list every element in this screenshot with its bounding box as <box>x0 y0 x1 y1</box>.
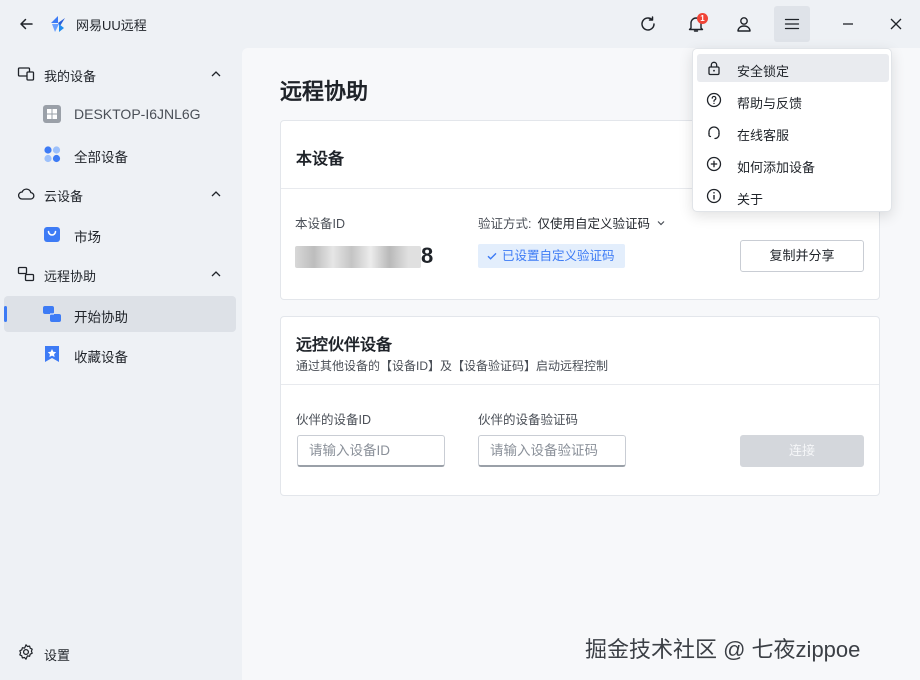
help-icon <box>706 92 722 108</box>
sidebar-item-market[interactable]: 市场 <box>4 216 236 252</box>
partner-id-input[interactable]: 请输入设备ID <box>297 435 445 467</box>
settings-label: 设置 <box>44 648 71 663</box>
user-icon <box>737 17 751 32</box>
sidebar-item-start-assist[interactable]: 开始协助 <box>4 296 236 332</box>
partner-code-input[interactable]: 请输入设备验证码 <box>478 435 626 467</box>
lock-icon <box>708 61 720 76</box>
grid-dots-icon <box>44 146 61 163</box>
sidebar-item-label: 收藏设备 <box>74 350 128 365</box>
main-menu-dropdown: 安全锁定 帮助与反馈 在线客服 如何添加设备 关于 <box>692 48 892 212</box>
check-icon <box>487 252 497 260</box>
selection-indicator <box>4 306 7 322</box>
minimize-icon <box>843 23 853 25</box>
sidebar-item-desktop[interactable]: DESKTOP-I6JNL6G <box>4 96 236 132</box>
headset-icon <box>708 126 720 140</box>
menu-item-how-to-add[interactable]: 如何添加设备 <box>697 150 889 178</box>
chevron-down-icon <box>657 220 665 225</box>
sidebar-item-all-devices[interactable]: 全部设备 <box>4 136 236 172</box>
page-title: 远程协助 <box>280 79 369 104</box>
nav-group-label: 我的设备 <box>44 69 97 84</box>
close-button[interactable] <box>882 10 910 38</box>
divider <box>281 384 879 385</box>
menu-item-label: 关于 <box>737 192 764 207</box>
card-title: 本设备 <box>296 151 345 168</box>
settings-button[interactable]: 设置 <box>0 634 242 670</box>
device-id-label: 本设备ID <box>295 217 346 231</box>
app-logo-icon <box>51 16 65 32</box>
card-subtitle: 通过其他设备的【设备ID】及【设备验证码】启动远程控制 <box>296 359 609 373</box>
sidebar-item-label: 市场 <box>74 230 101 245</box>
cloud-icon <box>17 188 35 200</box>
notification-button[interactable]: 1 <box>682 10 710 38</box>
sidebar: 我的设备 DESKTOP-I6JNL6G 全部设备 云设备 市场 远程协助 开始… <box>0 48 242 680</box>
verify-mode-label: 验证方式: <box>478 217 532 231</box>
status-badge: 已设置自定义验证码 <box>478 244 625 268</box>
nav-group-my-devices[interactable]: 我的设备 <box>0 54 242 94</box>
refresh-icon <box>641 16 655 31</box>
menu-item-label: 安全锁定 <box>737 64 790 79</box>
minimize-button[interactable] <box>834 10 862 38</box>
card-title: 远控伙伴设备 <box>296 337 393 354</box>
nav-group-cloud-devices[interactable]: 云设备 <box>0 174 242 214</box>
chevron-up-icon <box>211 191 221 197</box>
devices-icon <box>17 67 35 81</box>
menu-item-online-support[interactable]: 在线客服 <box>697 118 889 146</box>
back-button[interactable] <box>14 12 38 36</box>
menu-item-help[interactable]: 帮助与反馈 <box>697 86 889 114</box>
nav-group-label: 云设备 <box>44 189 84 204</box>
verify-mode-dropdown[interactable]: 验证方式: 仅使用自定义验证码 <box>478 213 666 232</box>
title-bar: 网易UU远程 1 <box>0 0 920 48</box>
device-id-redaction <box>295 246 421 268</box>
windows-icon <box>43 105 61 123</box>
nav-group-label: 远程协助 <box>44 269 97 284</box>
verify-mode-value: 仅使用自定义验证码 <box>537 217 650 231</box>
account-button[interactable] <box>730 10 758 38</box>
bookmark-star-icon <box>45 346 59 362</box>
app-title: 网易UU远程 <box>76 18 147 33</box>
add-circle-icon <box>706 156 722 172</box>
info-icon <box>706 188 722 204</box>
menu-item-label: 在线客服 <box>737 128 790 143</box>
sidebar-item-label: 开始协助 <box>74 310 128 325</box>
chevron-up-icon <box>211 71 221 77</box>
menu-button[interactable] <box>774 6 810 42</box>
menu-item-about[interactable]: 关于 <box>697 182 889 210</box>
menu-item-label: 帮助与反馈 <box>737 96 803 111</box>
screens-icon <box>43 306 61 322</box>
chevron-up-icon <box>211 271 221 277</box>
sidebar-item-label: DESKTOP-I6JNL6G <box>74 106 201 122</box>
menu-item-label: 如何添加设备 <box>737 160 816 175</box>
connect-button[interactable]: 连接 <box>740 435 864 467</box>
arrow-left-icon <box>20 18 33 30</box>
partner-id-label: 伙伴的设备ID <box>296 413 372 427</box>
shopping-bag-icon <box>44 227 60 242</box>
menu-item-security-lock[interactable]: 安全锁定 <box>697 54 889 82</box>
watermark-text: 掘金技术社区 @ 七夜zippoe <box>585 637 861 662</box>
remote-icon <box>17 266 35 282</box>
sidebar-item-favorites[interactable]: 收藏设备 <box>4 336 236 372</box>
nav-group-remote-assist[interactable]: 远程协助 <box>0 254 242 294</box>
status-badge-label: 已设置自定义验证码 <box>502 249 615 263</box>
device-id-value: 8 <box>421 243 435 268</box>
gear-icon <box>19 644 33 660</box>
refresh-button[interactable] <box>634 10 662 38</box>
partner-code-label: 伙伴的设备验证码 <box>478 413 579 427</box>
partner-device-card: 远控伙伴设备 通过其他设备的【设备ID】及【设备验证码】启动远程控制 伙伴的设备… <box>280 316 880 496</box>
notification-badge: 1 <box>697 13 708 24</box>
copy-share-button[interactable]: 复制并分享 <box>740 240 864 272</box>
sidebar-item-label: 全部设备 <box>74 150 128 165</box>
hamburger-icon <box>784 18 800 30</box>
close-icon <box>890 18 902 30</box>
